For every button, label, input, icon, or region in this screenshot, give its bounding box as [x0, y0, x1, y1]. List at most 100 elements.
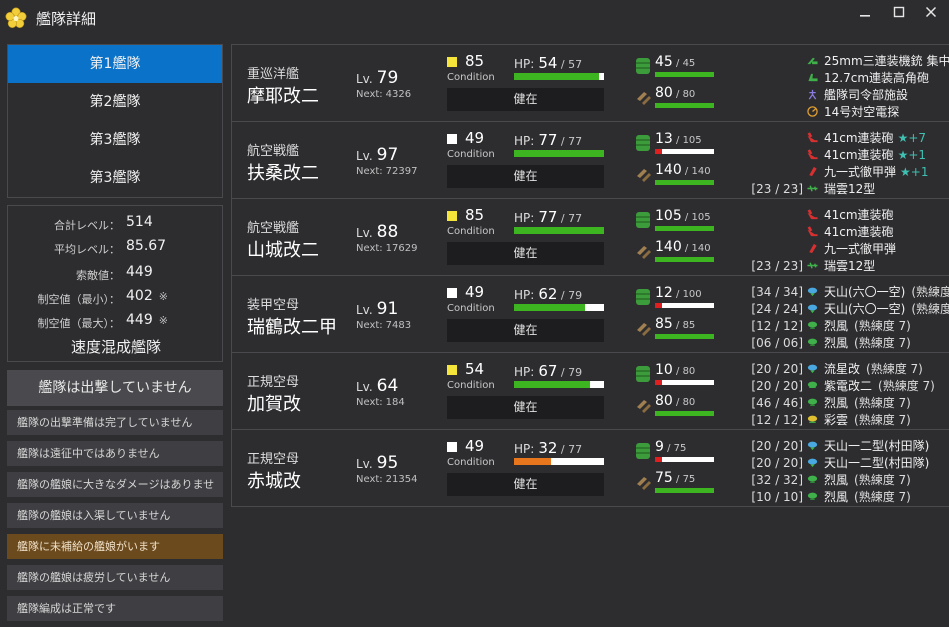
hp-value: 54 [538, 54, 558, 72]
ship-level: Lv. 64 [356, 376, 398, 396]
equipment-name: 流星改 [824, 362, 861, 376]
hp-readout: HP: 54 / 57 [514, 54, 582, 72]
ship-row[interactable]: 装甲空母 瑞鶴改二甲 Lv. 91 Next: 7483 49 Condition 健在 HP: 6… [232, 276, 949, 353]
equipment-slot[interactable]: [20 / 20] 天山一二型(村田隊) [745, 454, 949, 471]
ship-row[interactable]: 航空戦艦 扶桑改二 Lv. 97 Next: 72397 49 Condition 健在 HP: 7… [232, 122, 949, 199]
equipment-name: 烈風 [824, 396, 849, 410]
equipment-slot[interactable]: [24 / 24] 天山(六〇一空) (熟練度 7) [745, 300, 949, 317]
hp-bar-fill [514, 73, 600, 80]
hp-value: 77 [538, 208, 558, 226]
equipment-slot[interactable]: [06 / 06] 烈風 (熟練度 7) [745, 334, 949, 351]
equipment-slot[interactable]: 12.7cm連装高角砲 [745, 69, 949, 86]
ammo-icon [635, 164, 651, 182]
equipment-slot[interactable]: 九一式徹甲弾 ★+1 [745, 163, 949, 180]
fuel-separator: / [663, 443, 674, 454]
hp-separator: / [557, 212, 569, 225]
ship-type: 航空戦艦 [247, 221, 300, 236]
equipment-slot[interactable]: [23 / 23] 瑞雲12型 [745, 257, 949, 274]
proficiency: (熟練度 7) [911, 302, 949, 316]
ship-state: 健在 [447, 88, 604, 111]
equipment-slot[interactable]: 艦隊司令部施設 [745, 86, 949, 103]
equipment-slot[interactable]: [23 / 23] 瑞雲12型 [745, 180, 949, 197]
maximize-icon[interactable] [886, 3, 912, 25]
fuel-bar-fill [655, 380, 663, 385]
condition-indicator [447, 134, 457, 144]
level-value: 79 [376, 68, 399, 88]
minimize-icon[interactable] [852, 3, 878, 25]
ammo-bar [655, 257, 714, 262]
equipment-slot[interactable]: [20 / 20] 紫電改二 (熟練度 7) [745, 377, 949, 394]
ship-row[interactable]: 航空戦艦 山城改二 Lv. 88 Next: 17629 85 Condition 健在 HP: 7… [232, 199, 949, 276]
next-value: 7483 [385, 320, 412, 331]
condition-value: 49 [465, 129, 485, 147]
improvement-level: ★+7 [897, 131, 927, 145]
equipment-slot[interactable]: 14号対空電探 [745, 103, 949, 120]
aircraft-count: [12 / 12] [751, 413, 803, 427]
condition-label: Condition [447, 72, 495, 83]
fuel-bar-fill [655, 72, 714, 77]
fuel-separator: / [681, 212, 692, 223]
fuel-icon [635, 288, 651, 306]
hp-label: HP: [514, 134, 535, 148]
los-label: 索敵値： [76, 269, 120, 282]
hp-separator: / [557, 58, 569, 71]
ship-type: 正規空母 [247, 375, 300, 390]
equipment-slot[interactable]: 九一式徹甲弾 [745, 240, 949, 257]
fuel-bar [655, 457, 714, 462]
equipment-slot[interactable]: [20 / 20] 流星改 (熟練度 7) [745, 360, 949, 377]
fuel-icon [635, 365, 651, 383]
equipment-slot[interactable]: 41cm連装砲 ★+7 [745, 129, 949, 146]
equipment-slot[interactable]: [10 / 10] 烈風 (熟練度 7) [745, 488, 949, 505]
equipment-slot[interactable]: 25mm三連装機銃 集中配備 [745, 52, 949, 69]
equipment-slot[interactable]: [32 / 32] 烈風 (熟練度 7) [745, 471, 949, 488]
ammo-separator: / [672, 397, 683, 408]
equipment-slot[interactable]: 41cm連装砲 [745, 206, 949, 223]
tab-fleet-4[interactable]: 第3艦隊 [8, 159, 222, 197]
fuel-value: 45 / 45 [655, 54, 695, 70]
aa-max-label: 制空値（最大）： [37, 317, 121, 330]
equipment-slot[interactable]: 41cm連装砲 ★+1 [745, 146, 949, 163]
ship-row[interactable]: 重巡洋艦 摩耶改二 Lv. 79 Next: 4326 85 Condition 健在 HP: 54… [232, 45, 949, 122]
tab-fleet-2[interactable]: 第2艦隊 [8, 83, 222, 121]
hp-bar [514, 150, 604, 157]
fuel-icon [635, 57, 651, 75]
equipment-slot[interactable]: 41cm連装砲 [745, 223, 949, 240]
hp-max: 77 [568, 212, 583, 225]
torpedo-bomber-icon [806, 302, 824, 316]
equipment-slot[interactable]: [20 / 20] 天山一二型(村田隊) [745, 437, 949, 454]
ship-row[interactable]: 正規空母 赤城改 Lv. 95 Next: 21354 49 Condition 健在 HP: 32… [232, 430, 949, 507]
equipment-name: 彩雲 [824, 413, 849, 427]
equipment-slot[interactable]: [12 / 12] 彩雲 (熟練度 7) [745, 411, 949, 428]
equipment-name: 烈風 [824, 473, 849, 487]
torpedo-bomber-icon [806, 285, 824, 299]
condition-indicator [447, 365, 457, 375]
fuel-max: 45 [682, 58, 696, 69]
avg-level-label: 平均レベル： [54, 243, 120, 256]
fuel-bar [655, 72, 714, 77]
level-value: 64 [376, 376, 399, 396]
ship-type: 正規空母 [247, 452, 300, 467]
hp-readout: HP: 32 / 77 [514, 439, 582, 457]
fuel-bar [655, 226, 714, 231]
hp-max: 79 [568, 366, 583, 379]
equipment-slot[interactable]: [34 / 34] 天山(六〇一空) (熟練度 7) [745, 283, 949, 300]
tab-fleet-3[interactable]: 第3艦隊 [8, 121, 222, 159]
next-label: Next: [356, 320, 383, 331]
equipment-slot[interactable]: [46 / 46] 烈風 (熟練度 7) [745, 394, 949, 411]
condition-value: 49 [465, 283, 485, 301]
dive-bomber-icon [806, 379, 824, 393]
fuel-current: 12 [655, 285, 673, 301]
fleet-tab-list: 第1艦隊 第2艦隊 第3艦隊 第3艦隊 [7, 44, 223, 198]
hp-label: HP: [514, 365, 535, 379]
ammo-bar [655, 488, 714, 493]
ship-row[interactable]: 正規空母 加賀改 Lv. 64 Next: 184 54 Condition 健在 HP: 67 /… [232, 353, 949, 430]
next-exp: Next: 7483 [356, 320, 411, 331]
tab-fleet-1[interactable]: 第1艦隊 [8, 45, 222, 83]
close-icon[interactable] [918, 3, 944, 25]
main-gun-icon [806, 225, 824, 239]
equipment-name: 烈風 [824, 490, 849, 504]
equipment-slot[interactable]: [12 / 12] 烈風 (熟練度 7) [745, 317, 949, 334]
fuel-separator: / [672, 289, 683, 300]
ship-level: Lv. 79 [356, 68, 398, 88]
fuel-value: 12 / 100 [655, 285, 702, 301]
